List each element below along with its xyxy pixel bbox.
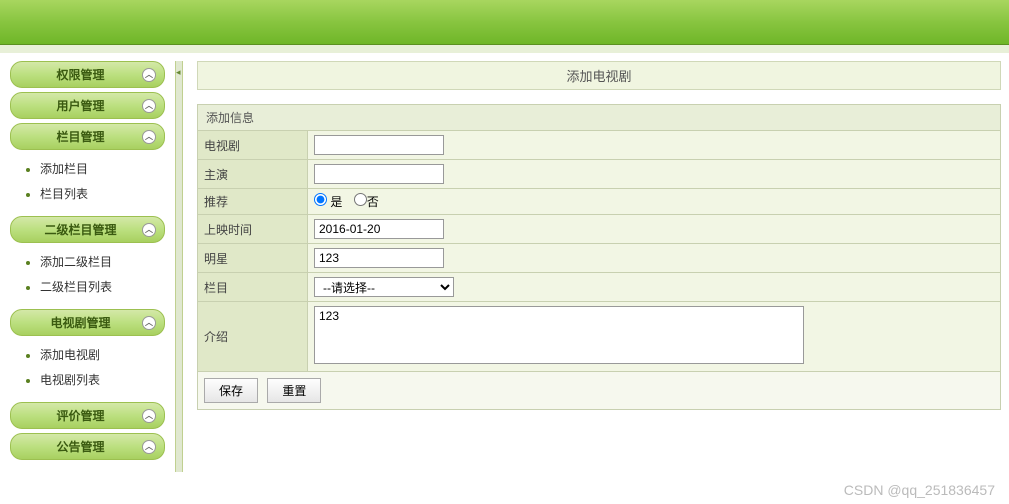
chevron-up-icon: ︿ xyxy=(142,440,156,454)
sidebar-section-label: 二级栏目管理 xyxy=(19,221,142,238)
recommend-yes-radio[interactable] xyxy=(314,193,327,206)
sidebar-section-subcategory[interactable]: 二级栏目管理 ︿ xyxy=(10,216,165,243)
sidebar-section-label: 评价管理 xyxy=(19,407,142,424)
sidebar-item-add-tvshow[interactable]: 添加电视剧 xyxy=(40,342,165,367)
sidebar-section-label: 权限管理 xyxy=(19,66,142,83)
sidebar-item-list-category[interactable]: 栏目列表 xyxy=(40,181,165,206)
sidebar-section-label: 公告管理 xyxy=(19,438,142,455)
chevron-up-icon: ︿ xyxy=(142,223,156,237)
watermark: CSDN @qq_251836457 xyxy=(844,482,995,498)
sidebar-section-category[interactable]: 栏目管理 ︿ xyxy=(10,123,165,150)
header-sub-bar xyxy=(0,45,1009,53)
sidebar-section-permissions[interactable]: 权限管理 ︿ xyxy=(10,61,165,88)
sidebar-item-list-tvshow[interactable]: 电视剧列表 xyxy=(40,367,165,392)
sidebar-section-label: 电视剧管理 xyxy=(19,314,142,331)
sidebar-section-notices[interactable]: 公告管理 ︿ xyxy=(10,433,165,460)
chevron-up-icon: ︿ xyxy=(142,130,156,144)
collapse-left-icon: ◂ xyxy=(176,67,181,78)
tvname-input[interactable] xyxy=(314,135,444,155)
chevron-up-icon: ︿ xyxy=(142,99,156,113)
save-button[interactable]: 保存 xyxy=(204,378,258,403)
recommend-no-radio[interactable] xyxy=(354,193,367,206)
recommend-no-option[interactable]: 否 xyxy=(354,195,379,209)
label-tvname: 电视剧 xyxy=(198,131,308,160)
pane-divider[interactable]: ◂ xyxy=(175,61,183,472)
chevron-up-icon: ︿ xyxy=(142,68,156,82)
chevron-up-icon: ︿ xyxy=(142,409,156,423)
sidebar-section-label: 栏目管理 xyxy=(19,128,142,145)
label-recommend: 推荐 xyxy=(198,189,308,215)
label-intro: 介绍 xyxy=(198,302,308,372)
button-bar: 保存 重置 xyxy=(197,372,1001,410)
sidebar-section-users[interactable]: 用户管理 ︿ xyxy=(10,92,165,119)
label-category: 栏目 xyxy=(198,273,308,302)
recommend-yes-label: 是 xyxy=(330,195,342,209)
actors-input[interactable] xyxy=(314,164,444,184)
intro-textarea[interactable] xyxy=(314,306,804,364)
recommend-no-label: 否 xyxy=(367,195,379,209)
stars-input[interactable] xyxy=(314,248,444,268)
sidebar-item-add-subcategory[interactable]: 添加二级栏目 xyxy=(40,249,165,274)
sidebar-section-label: 用户管理 xyxy=(19,97,142,114)
release-input[interactable] xyxy=(314,219,444,239)
category-select[interactable]: --请选择-- xyxy=(314,277,454,297)
sidebar-item-list-subcategory[interactable]: 二级栏目列表 xyxy=(40,274,165,299)
reset-button[interactable]: 重置 xyxy=(267,378,321,403)
sidebar: 权限管理 ︿ 用户管理 ︿ 栏目管理 ︿ 添加栏目 栏目列表 二级栏目管理 ︿ xyxy=(0,53,175,472)
recommend-yes-option[interactable]: 是 xyxy=(314,195,342,209)
sidebar-item-add-category[interactable]: 添加栏目 xyxy=(40,156,165,181)
chevron-up-icon: ︿ xyxy=(142,316,156,330)
form-table: 电视剧 主演 推荐 是 否 上映时间 明 xyxy=(197,130,1001,372)
sidebar-section-reviews[interactable]: 评价管理 ︿ xyxy=(10,402,165,429)
app-header-bar xyxy=(0,0,1009,45)
fieldset-title: 添加信息 xyxy=(197,104,1001,130)
label-release: 上映时间 xyxy=(198,215,308,244)
label-stars: 明星 xyxy=(198,244,308,273)
main-content: 添加电视剧 添加信息 电视剧 主演 推荐 是 否 xyxy=(183,53,1009,472)
sidebar-section-tvshow[interactable]: 电视剧管理 ︿ xyxy=(10,309,165,336)
label-actors: 主演 xyxy=(198,160,308,189)
page-title: 添加电视剧 xyxy=(197,61,1001,90)
